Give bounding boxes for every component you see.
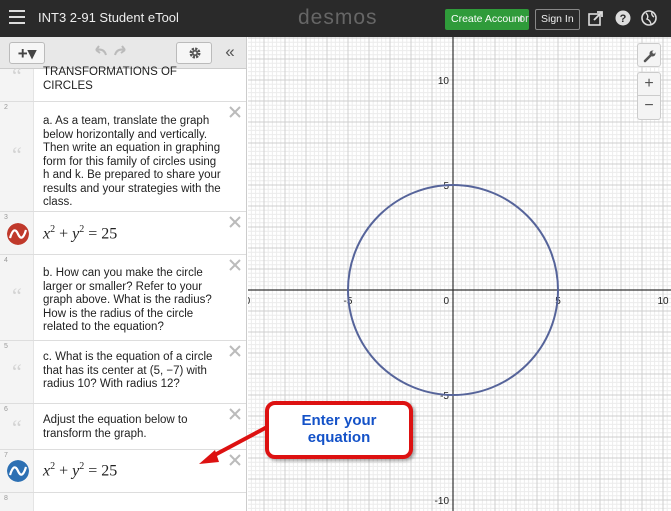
graph-settings-button[interactable] xyxy=(637,43,661,67)
expression-gutter: 3 xyxy=(0,212,34,254)
expression-index: 5 xyxy=(4,343,8,350)
sign-in-button[interactable]: Sign In xyxy=(535,9,580,30)
delete-icon[interactable] xyxy=(229,345,241,357)
expression-gutter: 2 “ xyxy=(0,102,34,211)
note-quote-icon: “ xyxy=(12,63,22,88)
brand-logo: desmos xyxy=(298,6,378,29)
help-icon[interactable]: ? xyxy=(615,10,631,26)
note-text[interactable]: b. How can you make the circle larger or… xyxy=(43,267,223,335)
expression-item-2[interactable]: 2 “ a. As a team, translate the graph be… xyxy=(0,102,246,212)
delete-icon[interactable] xyxy=(229,106,241,118)
expression-gutter: 6 “ xyxy=(0,404,34,449)
zoom-out-button[interactable]: − xyxy=(637,96,661,120)
expression-gutter: 4 “ xyxy=(0,255,34,340)
y-tick-label: -5 xyxy=(440,391,449,402)
x-tick-label: -10 xyxy=(248,296,251,307)
share-icon[interactable] xyxy=(588,10,604,26)
expression-item-1[interactable]: “ TRANSFORMATIONS OF CIRCLES xyxy=(0,63,246,102)
redo-icon[interactable] xyxy=(113,45,129,57)
expression-item-3[interactable]: 3 x2 + y2 = 25 xyxy=(0,212,246,255)
expression-item-8[interactable]: 8 xyxy=(0,493,246,511)
callout-arrow xyxy=(199,424,270,464)
note-quote-icon: “ xyxy=(12,415,22,440)
delete-icon[interactable] xyxy=(229,216,241,228)
globe-icon[interactable] xyxy=(641,10,657,26)
x-tick-label: 10 xyxy=(657,296,669,307)
note-text[interactable]: c. What is the equation of a circle that… xyxy=(43,351,223,392)
note-text[interactable]: a. As a team, translate the graph below … xyxy=(43,115,223,210)
expression-item-4[interactable]: 4 “ b. How can you make the circle large… xyxy=(0,255,246,341)
expression-gutter: 5 “ xyxy=(0,341,34,403)
create-account-button[interactable]: Create Account xyxy=(445,9,529,30)
expression-index: 2 xyxy=(4,104,8,111)
or-text: or xyxy=(519,13,529,25)
menu-icon[interactable] xyxy=(9,10,25,24)
note-quote-icon: “ xyxy=(12,359,22,384)
top-bar: INT3 2-91 Student eTool desmos Create Ac… xyxy=(0,0,671,37)
wrench-icon xyxy=(643,50,656,63)
expression-item-5[interactable]: 5 “ c. What is the equation of a circle … xyxy=(0,341,246,404)
expression-index: 3 xyxy=(4,214,8,221)
note-quote-icon: “ xyxy=(12,142,22,167)
add-item-button[interactable]: +▾ xyxy=(9,42,45,64)
y-tick-label: -10 xyxy=(435,496,450,507)
x-tick-label: 0 xyxy=(443,296,449,307)
note-quote-icon: “ xyxy=(12,283,22,308)
expression-gutter: 7 xyxy=(0,450,34,492)
y-tick-label: 10 xyxy=(438,76,450,87)
settings-button[interactable] xyxy=(176,42,212,64)
expression-index: 8 xyxy=(4,495,8,502)
delete-icon[interactable] xyxy=(229,408,241,420)
expression-index: 4 xyxy=(4,257,8,264)
svg-text:?: ? xyxy=(620,13,627,25)
callout-box: Enter your equation xyxy=(265,401,413,459)
gear-icon xyxy=(189,47,201,59)
app-title: INT3 2-91 Student eTool xyxy=(38,10,179,25)
delete-icon[interactable] xyxy=(229,259,241,271)
expression-gutter: “ xyxy=(0,63,34,101)
expression-index: 7 xyxy=(4,452,8,459)
undo-icon[interactable] xyxy=(92,45,108,57)
graph-color-icon[interactable] xyxy=(7,223,29,245)
callout-line-2: equation xyxy=(307,429,371,446)
expression-input[interactable]: x2 + y2 = 25 xyxy=(43,461,117,480)
note-text[interactable]: TRANSFORMATIONS OF CIRCLES xyxy=(43,66,193,93)
expression-index: 6 xyxy=(4,406,8,413)
expression-input[interactable]: x2 + y2 = 25 xyxy=(43,224,117,243)
expression-toolbar: +▾ « xyxy=(0,37,246,69)
graph-color-icon[interactable] xyxy=(7,460,29,482)
expression-gutter: 8 xyxy=(0,493,34,511)
y-tick-label: 5 xyxy=(443,181,449,192)
zoom-in-button[interactable]: + xyxy=(637,72,661,96)
collapse-panel-button[interactable]: « xyxy=(220,42,240,64)
callout-line-1: Enter your xyxy=(301,412,377,429)
